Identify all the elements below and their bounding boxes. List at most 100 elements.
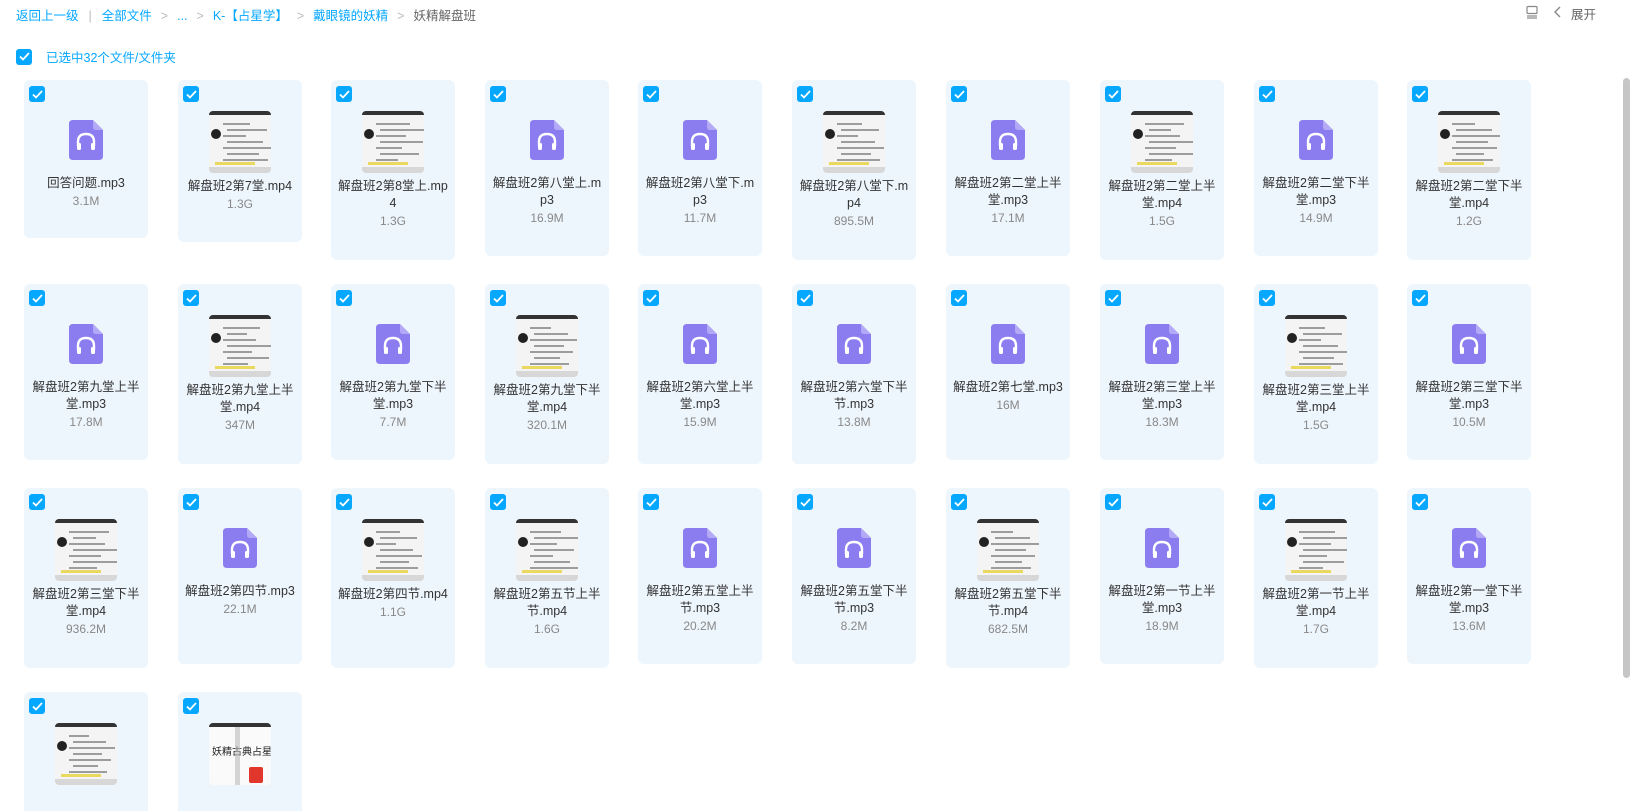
file-card[interactable]: 解盘班2第八堂下.mp3 11.7M	[638, 80, 762, 256]
file-card[interactable]: 回答问题.mp3 3.1M	[24, 80, 148, 238]
file-name[interactable]: 解盘班2第二堂下半堂.mp3	[1260, 175, 1372, 209]
file-checkbox[interactable]	[183, 290, 199, 306]
file-card[interactable]: 解盘班2第五堂上半节.mp3 20.2M	[638, 488, 762, 664]
file-card[interactable]: 解盘班2第三堂上半堂.mp4 1.5G	[1254, 284, 1378, 464]
file-name[interactable]: 解盘班2第一节上半堂.mp4	[1260, 586, 1372, 620]
file-card[interactable]: 解盘班2第8堂上.mp4 1.3G	[331, 80, 455, 260]
file-card[interactable]: 解盘班2第八堂上.mp3 16.9M	[485, 80, 609, 256]
file-checkbox[interactable]	[951, 290, 967, 306]
file-name[interactable]: 解盘班2第五堂上半节.mp3	[644, 583, 756, 617]
file-card[interactable]: 解盘班2第七堂.mp3 16M	[946, 284, 1070, 460]
file-checkbox[interactable]	[29, 494, 45, 510]
file-name[interactable]: 解盘班2第五堂下半节.mp3	[798, 583, 910, 617]
file-name[interactable]: 解盘班2第8堂上.mp4	[337, 178, 449, 212]
file-name[interactable]: 解盘班2第三堂下半堂.mp4	[30, 586, 142, 620]
file-name[interactable]: 解盘班2第四节.mp3	[184, 583, 296, 600]
breadcrumb-ellipsis[interactable]: ...	[177, 9, 187, 23]
file-name[interactable]: 解盘班2第六堂上半堂.mp3	[644, 379, 756, 413]
file-card[interactable]: 解盘班2第二堂下半堂.mp4 1.2G	[1407, 80, 1531, 260]
scrollbar[interactable]	[1623, 78, 1630, 678]
file-card[interactable]: 解盘班2第五堂下半节.mp4 682.5M	[946, 488, 1070, 668]
file-card[interactable]: 解盘班2第九堂上半堂.mp3 17.8M	[24, 284, 148, 460]
file-checkbox[interactable]	[1259, 494, 1275, 510]
file-checkbox[interactable]	[1105, 290, 1121, 306]
file-name[interactable]: 解盘班2第四节.mp4	[337, 586, 449, 603]
file-name[interactable]: 解盘班2第一节上半堂.mp3	[1106, 583, 1218, 617]
breadcrumb-all-files[interactable]: 全部文件	[102, 9, 152, 23]
file-card[interactable]: 解盘班2第六堂上半堂.mp3 15.9M	[638, 284, 762, 464]
file-checkbox[interactable]	[797, 290, 813, 306]
file-checkbox[interactable]	[1259, 290, 1275, 306]
back-link[interactable]: 返回上一级	[16, 9, 79, 23]
file-name[interactable]: 解盘班2第五节上半节.mp4	[491, 586, 603, 620]
file-checkbox[interactable]	[643, 494, 659, 510]
file-name[interactable]: 解盘班2第五堂下半节.mp4	[952, 586, 1064, 620]
file-card[interactable]: 解盘班2第一节上半堂.mp3 18.9M	[1100, 488, 1224, 664]
file-name[interactable]: 解盘班2第7堂.mp4	[184, 178, 296, 195]
file-checkbox[interactable]	[951, 494, 967, 510]
file-name[interactable]: 回答问题.mp3	[30, 175, 142, 192]
file-checkbox[interactable]	[490, 86, 506, 102]
file-card[interactable]: 解盘班2第五节上半节.mp4 1.6G	[485, 488, 609, 668]
breadcrumb-level1[interactable]: K-【占星学】	[213, 9, 288, 23]
file-checkbox[interactable]	[643, 290, 659, 306]
file-card[interactable]: 解盘班2第一节上半堂.mp4 1.7G	[1254, 488, 1378, 668]
file-name[interactable]: 解盘班2第九堂上半堂.mp3	[30, 379, 142, 413]
file-checkbox[interactable]	[1105, 494, 1121, 510]
file-card[interactable]: 解盘班2第九堂上半堂.mp4 347M	[178, 284, 302, 464]
file-checkbox[interactable]	[336, 86, 352, 102]
file-checkbox[interactable]	[1105, 86, 1121, 102]
file-name[interactable]: 解盘班2第九堂上半堂.mp4	[184, 382, 296, 416]
file-card[interactable]: 解盘班2第二堂上半堂.mp3 17.1M	[946, 80, 1070, 256]
file-card[interactable]: 解盘班2第二堂下半堂.mp3 14.9M	[1254, 80, 1378, 256]
file-checkbox[interactable]	[183, 494, 199, 510]
file-name[interactable]: 解盘班2第二堂上半堂.mp4	[1106, 178, 1218, 212]
file-checkbox[interactable]	[797, 494, 813, 510]
file-card[interactable]: 解盘班2第五堂下半节.mp3 8.2M	[792, 488, 916, 664]
file-checkbox[interactable]	[1412, 290, 1428, 306]
file-card[interactable]: 解盘班2第八堂下.mp4 895.5M	[792, 80, 916, 260]
file-checkbox[interactable]	[1412, 494, 1428, 510]
file-checkbox[interactable]	[797, 86, 813, 102]
file-name[interactable]: 解盘班2第一堂下半堂.mp3	[1413, 583, 1525, 617]
file-name[interactable]: 解盘班2第九堂下半堂.mp4	[491, 382, 603, 416]
file-card[interactable]: 解盘班2第四节.mp3 22.1M	[178, 488, 302, 664]
file-name[interactable]: 解盘班2第八堂上.mp3	[491, 175, 603, 209]
select-all-checkbox[interactable]	[16, 48, 32, 65]
file-card[interactable]: 妖精古典占星	[178, 692, 302, 811]
file-card[interactable]: 解盘班2第一堂下半堂.mp3 13.6M	[1407, 488, 1531, 664]
file-name[interactable]: 解盘班2第三堂下半堂.mp3	[1413, 379, 1525, 413]
file-checkbox[interactable]	[183, 86, 199, 102]
file-card[interactable]: 解盘班2第三堂上半堂.mp3 18.3M	[1100, 284, 1224, 460]
file-card[interactable]: 解盘班2第三堂下半堂.mp4 936.2M	[24, 488, 148, 668]
list-view-icon[interactable]	[1525, 5, 1539, 22]
file-name[interactable]: 解盘班2第九堂下半堂.mp3	[337, 379, 449, 413]
file-checkbox[interactable]	[29, 86, 45, 102]
file-checkbox[interactable]	[643, 86, 659, 102]
file-card[interactable]: 解盘班2第六堂下半节.mp3 13.8M	[792, 284, 916, 464]
file-card[interactable]: 解盘班2第7堂.mp4 1.3G	[178, 80, 302, 242]
file-checkbox[interactable]	[490, 290, 506, 306]
file-name[interactable]: 解盘班2第三堂上半堂.mp4	[1260, 382, 1372, 416]
file-checkbox[interactable]	[336, 290, 352, 306]
file-checkbox[interactable]	[490, 494, 506, 510]
file-checkbox[interactable]	[1412, 86, 1428, 102]
breadcrumb-level2[interactable]: 戴眼镜的妖精	[313, 9, 388, 23]
file-checkbox[interactable]	[951, 86, 967, 102]
file-checkbox[interactable]	[29, 290, 45, 306]
file-name[interactable]: 解盘班2第八堂下.mp4	[798, 178, 910, 212]
file-name[interactable]: 解盘班2第二堂上半堂.mp3	[952, 175, 1064, 209]
file-card[interactable]: 解盘班2第二堂上半堂.mp4 1.5G	[1100, 80, 1224, 260]
file-card[interactable]: 解盘班2第四节.mp4 1.1G	[331, 488, 455, 668]
file-name[interactable]: 解盘班2第七堂.mp3	[952, 379, 1064, 396]
file-checkbox[interactable]	[1259, 86, 1275, 102]
file-name[interactable]: 解盘班2第三堂上半堂.mp3	[1106, 379, 1218, 413]
file-card[interactable]	[24, 692, 148, 811]
file-card[interactable]: 解盘班2第三堂下半堂.mp3 10.5M	[1407, 284, 1531, 460]
file-card[interactable]: 解盘班2第九堂下半堂.mp3 7.7M	[331, 284, 455, 460]
expand-button[interactable]: 展开	[1553, 4, 1596, 23]
file-card[interactable]: 解盘班2第九堂下半堂.mp4 320.1M	[485, 284, 609, 464]
file-name[interactable]: 解盘班2第二堂下半堂.mp4	[1413, 178, 1525, 212]
file-name[interactable]: 解盘班2第六堂下半节.mp3	[798, 379, 910, 413]
file-checkbox[interactable]	[336, 494, 352, 510]
